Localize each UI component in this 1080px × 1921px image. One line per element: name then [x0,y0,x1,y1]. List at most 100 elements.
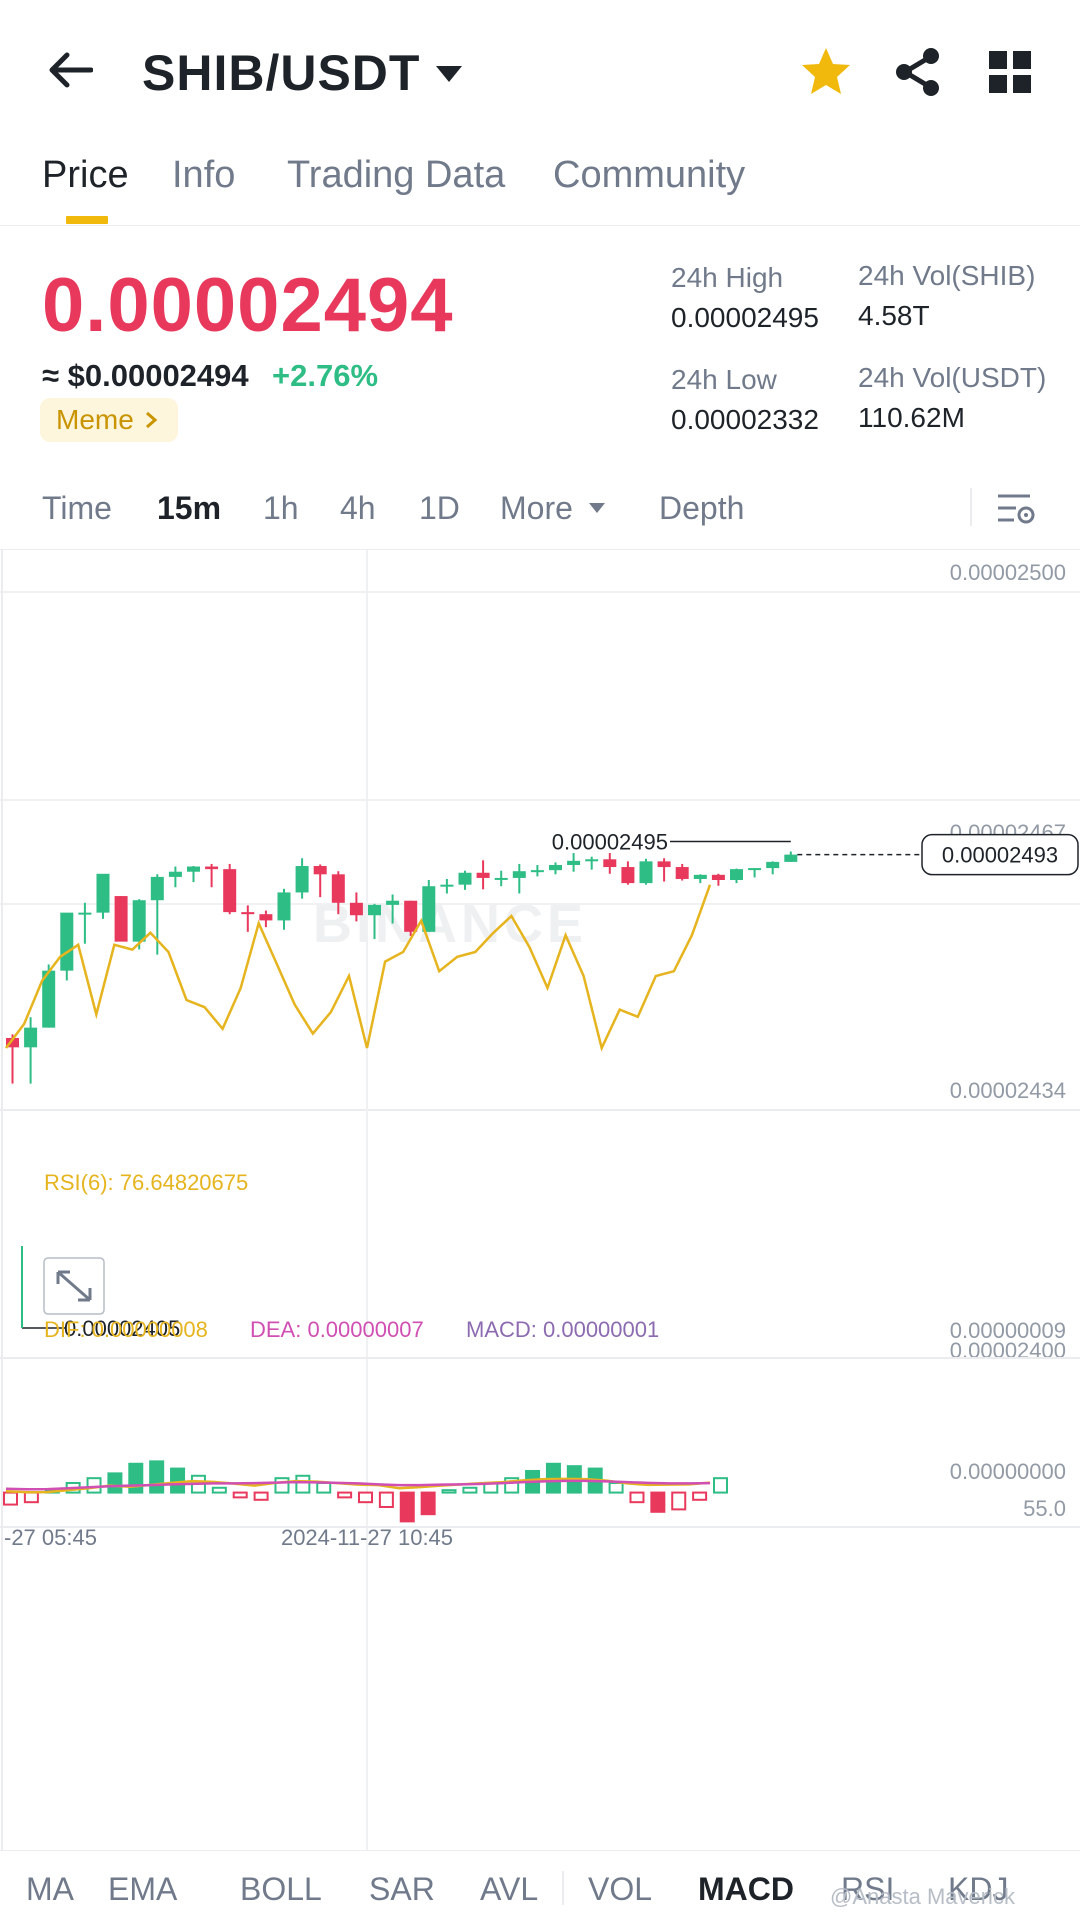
interval-time[interactable]: Time [42,490,112,527]
current-price-value: 0.00002493 [942,843,1058,868]
top-bar: SHIB/USDT [0,0,1080,140]
macd-histogram-bar [629,1491,645,1504]
interval-1h[interactable]: 1h [263,490,299,527]
candle-body [241,912,255,915]
candle-body [313,866,327,875]
interval-more[interactable]: More [500,490,573,527]
macd-histogram-bar [358,1491,373,1504]
macd-value-label: MACD: 0.00000001 [466,1317,659,1342]
grid-menu-icon[interactable] [986,48,1034,96]
candle-body [368,904,381,916]
y-axis-label: 0.00002434 [950,1078,1066,1103]
low-24h-label: 24h Low [671,364,777,395]
candle-body [422,886,436,932]
indicator-vol[interactable]: VOL [588,1871,652,1908]
macd-histogram-bar [420,1491,436,1516]
tab-info[interactable]: Info [172,154,235,197]
y-axis-label: 0.00002500 [950,560,1066,585]
candle-body [331,874,345,903]
macd-histogram-bar [399,1491,415,1523]
star-icon[interactable] [798,44,854,100]
high-24h-value: 0.00002495 [671,302,819,333]
candle-body [603,859,617,868]
divider [970,488,972,526]
kline-chart[interactable]: 0.00002500 0.00002467 0.00002434 0.00002400… [0,550,1080,1850]
max-price-label: 0.00002495 [552,830,668,855]
share-icon[interactable] [890,44,946,100]
candle-body [404,900,418,932]
indicator-avl[interactable]: AVL [480,1871,538,1908]
candle-body [168,871,182,877]
meme-tag-label: Meme [56,404,134,435]
macd-histogram-bar [441,1489,457,1494]
macd-histogram-bar [608,1481,624,1494]
interval-1d[interactable]: 1D [419,490,460,527]
tab-community[interactable]: Community [553,154,745,197]
candle-body [349,902,363,916]
candle-body [259,914,273,921]
indicator-ma[interactable]: MA [26,1871,74,1908]
meme-tag-button[interactable]: Meme [40,398,178,442]
macd-histogram-bar [86,1477,102,1494]
macd-histogram-bar [274,1477,290,1494]
candle-body [657,861,671,868]
x-axis-label: -27 05:45 [4,1525,97,1550]
macd-histogram-bar [692,1491,708,1501]
candle-body [567,860,581,865]
candle-body [150,876,164,901]
tab-trading-data[interactable]: Trading Data [287,154,505,197]
macd-histogram-bar [316,1481,332,1494]
macd-histogram-bar [337,1491,353,1499]
candle-body [730,869,743,881]
chart-canvas[interactable]: 0.000025000.000024670.000024340.00002400… [0,550,1080,1850]
vol-quote-value: 110.62M [858,402,965,433]
candle-body [766,861,780,869]
candle-body [386,900,400,905]
candle-body [675,867,689,879]
interval-4h[interactable]: 4h [340,490,376,527]
candle-body [784,854,798,862]
candle-body [549,864,562,871]
candle-body [295,866,309,893]
indicator-ema[interactable]: EMA [108,1871,177,1908]
interval-15m[interactable]: 15m [157,490,221,527]
back-button[interactable] [40,40,100,100]
candle-body [512,871,526,878]
main-tabs: Price Info Trading Data Community [0,140,1080,226]
rsi-label: RSI(6): 76.64820675 [44,1170,248,1195]
caret-down-icon[interactable] [432,58,466,88]
candle-body [585,859,599,862]
macd-histogram-bar [713,1477,728,1494]
macd-axis-label: 0.00000009 [950,1318,1066,1343]
last-price: 0.00002494 [42,263,454,348]
candle-body [96,873,110,913]
candle-body [639,861,653,884]
candle-body [187,866,200,872]
interval-depth[interactable]: Depth [659,490,744,527]
candle-body [132,900,146,942]
macd-histogram-bar [149,1460,165,1494]
candle-body [114,896,128,942]
caret-down-icon[interactable] [588,502,606,514]
chart-settings-icon[interactable] [996,490,1036,530]
indicator-boll[interactable]: BOLL [240,1871,322,1908]
pair-title[interactable]: SHIB/USDT [142,44,420,102]
macd-histogram-bar [650,1491,666,1513]
candle-body [78,912,92,915]
macd-histogram-bar [23,1491,39,1504]
candle-body [748,868,762,871]
candle-body [60,912,74,971]
macd-histogram-bar [462,1486,478,1494]
candle-body [621,867,635,884]
candle-body [711,874,725,881]
macd-histogram-bar [232,1491,248,1499]
macd-dif-label: DIF: 0.00000008 [44,1317,208,1342]
macd-histogram-bar [211,1486,227,1494]
price-change-percent: +2.76% [272,358,379,393]
tab-price[interactable]: Price [42,154,129,197]
usd-price: ≈ $0.00002494 [42,358,249,393]
indicator-sar[interactable]: SAR [369,1871,435,1908]
indicator-macd[interactable]: MACD [698,1871,794,1908]
vol-base-label: 24h Vol(SHIB) [858,260,1036,291]
credit-watermark: @Anasta Maverick [830,1884,1015,1909]
